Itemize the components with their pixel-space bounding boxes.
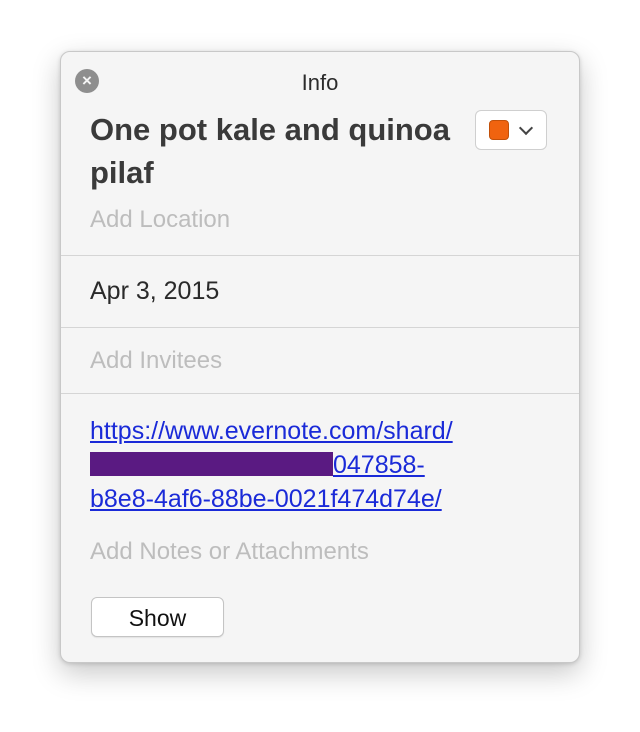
divider — [61, 255, 579, 256]
notes-field[interactable]: Add Notes or Attachments — [90, 538, 369, 566]
calendar-color-picker[interactable] — [475, 110, 547, 150]
invitees-field[interactable]: Add Invitees — [90, 347, 222, 375]
redaction-box — [90, 452, 333, 476]
color-swatch — [489, 120, 509, 140]
url-line-2: 047858- — [90, 448, 530, 482]
location-field[interactable]: Add Location — [90, 206, 230, 234]
url-line-3: b8e8-4af6-88be-0021f474d74e/ — [90, 485, 442, 513]
show-button[interactable]: Show — [91, 597, 224, 637]
event-title[interactable]: One pot kale and quinoa pilaf — [90, 108, 450, 194]
panel-title: Info — [301, 70, 339, 95]
info-panel: × Info One pot kale and quinoa pilaf Add… — [60, 51, 580, 663]
event-date[interactable]: Apr 3, 2015 — [90, 277, 219, 306]
url-line-1: https://www.evernote.com/shard/ — [90, 417, 453, 445]
divider — [61, 393, 579, 394]
url-link[interactable]: https://www.evernote.com/shard/ 047858- … — [90, 414, 530, 516]
divider — [61, 327, 579, 328]
chevron-down-icon — [518, 120, 534, 136]
url-line-2-text: 047858- — [333, 451, 425, 479]
